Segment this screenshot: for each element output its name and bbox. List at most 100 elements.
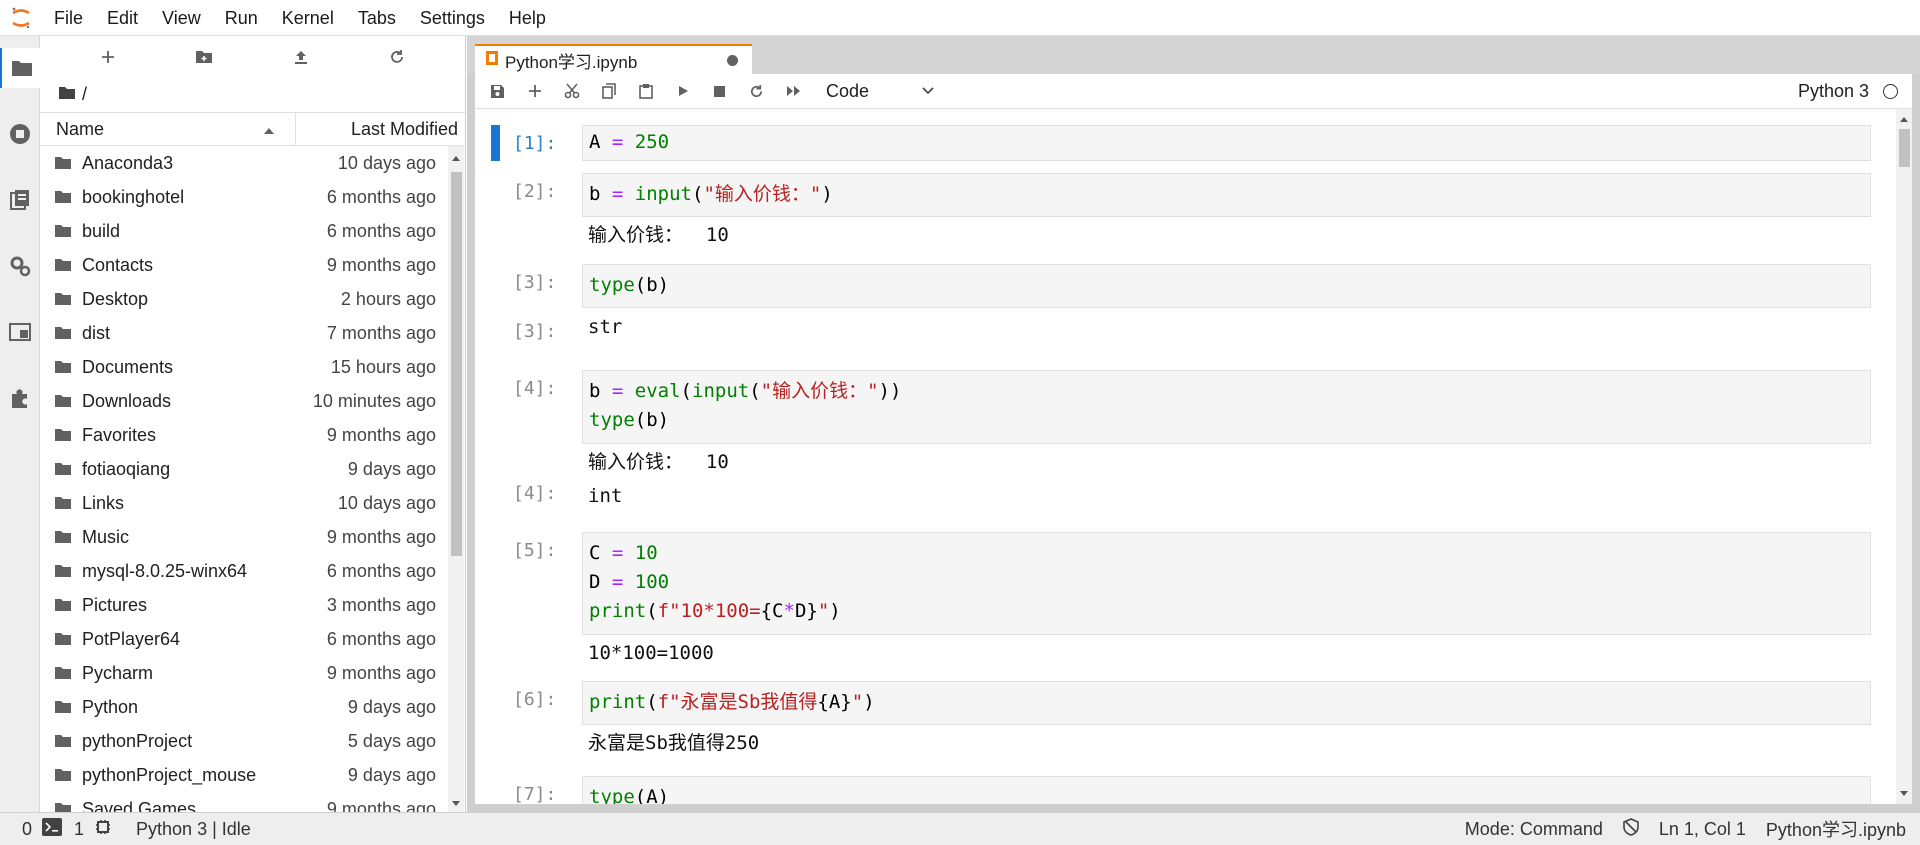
cell-7-prompt: [7]: xyxy=(513,784,557,804)
file-name: mysql-8.0.25-winx64 xyxy=(82,560,248,581)
property-inspector-icon[interactable] xyxy=(0,246,40,286)
file-list-item[interactable]: bookinghotel 6 months ago xyxy=(40,180,444,214)
file-list-item[interactable]: build 6 months ago xyxy=(40,214,444,248)
file-name: Contacts xyxy=(82,254,154,275)
name-column-header[interactable]: Name xyxy=(40,113,296,145)
menu-tabs[interactable]: Tabs xyxy=(346,0,408,36)
refresh-icon[interactable] xyxy=(377,42,417,72)
file-name: Saved Games xyxy=(82,798,197,813)
menu-kernel[interactable]: Kernel xyxy=(270,0,346,36)
cut-icon[interactable] xyxy=(553,75,590,107)
cell-3-prompt: [3]: xyxy=(513,272,557,293)
file-list-scrollbar[interactable] xyxy=(448,146,464,812)
file-list-item[interactable]: mysql-8.0.25-winx64 6 months ago xyxy=(40,554,444,588)
upload-icon[interactable] xyxy=(281,42,321,72)
file-list-item[interactable]: Favorites 9 months ago xyxy=(40,418,444,452)
cell-4-code[interactable]: b = eval(input("输入价钱：")) type(b) xyxy=(582,370,1871,444)
cursor-position[interactable]: Ln 1, Col 1 xyxy=(1649,819,1756,840)
file-list-scroll-thumb[interactable] xyxy=(451,172,462,556)
scroll-down-icon[interactable] xyxy=(1899,790,1909,798)
new-launcher-icon[interactable] xyxy=(88,42,128,72)
folder-icon xyxy=(54,292,72,306)
file-list-item[interactable]: Desktop 2 hours ago xyxy=(40,282,444,316)
cell-3-code[interactable]: type(b) xyxy=(582,264,1871,308)
menu-help[interactable]: Help xyxy=(497,0,558,36)
notebook-scroll-thumb[interactable] xyxy=(1899,129,1910,167)
file-list-item[interactable]: Saved Games 9 months ago xyxy=(40,792,444,812)
file-name: pythonProject_mouse xyxy=(82,764,257,785)
file-list-item[interactable]: Contacts 9 months ago xyxy=(40,248,444,282)
home-folder-icon[interactable] xyxy=(58,84,76,105)
file-modified: 10 minutes ago xyxy=(312,390,436,411)
file-modified: 15 hours ago xyxy=(330,356,436,377)
scroll-down-icon[interactable] xyxy=(451,800,461,808)
cell-type-select[interactable]: Code xyxy=(820,77,940,105)
kernel-gear-icon xyxy=(94,818,112,841)
cell-6-code[interactable]: print(f"永富是Sb我值得{A}") xyxy=(582,681,1871,725)
menu-run[interactable]: Run xyxy=(213,0,270,36)
file-modified: 6 months ago xyxy=(326,628,436,649)
notebook-tab[interactable]: Python学习.ipynb xyxy=(475,44,752,75)
file-list-item[interactable]: fotiaoqiang 9 days ago xyxy=(40,452,444,486)
file-modified: 9 days ago xyxy=(347,764,436,785)
cell-type-value: Code xyxy=(826,80,870,101)
kernel-name[interactable]: Python 3 xyxy=(1798,81,1869,102)
cell-2-code[interactable]: b = input("输入价钱：") xyxy=(582,173,1871,217)
file-list-item[interactable]: Music 9 months ago xyxy=(40,520,444,554)
file-list-item[interactable]: pythonProject_mouse 9 days ago xyxy=(40,758,444,792)
folder-icon xyxy=(54,666,72,680)
breadcrumb-root[interactable]: / xyxy=(82,84,87,105)
file-list-item[interactable]: Documents 15 hours ago xyxy=(40,350,444,384)
interrupt-icon[interactable] xyxy=(701,75,738,107)
unsaved-dot-icon[interactable] xyxy=(727,55,738,66)
file-list-item[interactable]: Python 9 days ago xyxy=(40,690,444,724)
cell-7-code[interactable]: type(A) xyxy=(582,776,1871,804)
trusted-shield-icon[interactable] xyxy=(1613,817,1649,841)
jupyter-logo-icon xyxy=(0,0,42,36)
restart-run-all-icon[interactable] xyxy=(775,75,812,107)
file-list-item[interactable]: pythonProject 5 days ago xyxy=(40,724,444,758)
file-list: Anaconda3 10 days ago bookinghotel 6 months… xyxy=(40,146,444,812)
terminals-count[interactable]: 0 xyxy=(0,819,42,840)
new-folder-icon[interactable] xyxy=(184,42,224,72)
file-modified: 10 days ago xyxy=(337,152,436,173)
kernels-count[interactable]: 1 xyxy=(62,819,94,840)
file-list-item[interactable]: Pycharm 9 months ago xyxy=(40,656,444,690)
restart-icon[interactable] xyxy=(738,75,775,107)
file-list-item[interactable]: PotPlayer64 6 months ago xyxy=(40,622,444,656)
paste-icon[interactable] xyxy=(627,75,664,107)
file-name: Favorites xyxy=(82,424,157,445)
scroll-up-icon[interactable] xyxy=(451,154,461,162)
folder-icon xyxy=(54,564,72,578)
file-name: pythonProject xyxy=(82,730,193,751)
tabs-list-icon[interactable] xyxy=(0,312,40,352)
commands-palette-icon[interactable] xyxy=(0,180,40,220)
menu-file[interactable]: File xyxy=(42,0,95,36)
file-list-item[interactable]: Anaconda3 10 days ago xyxy=(40,146,444,180)
notebook-scrollbar[interactable] xyxy=(1896,109,1912,804)
file-list-item[interactable]: Downloads 10 minutes ago xyxy=(40,384,444,418)
file-name: Documents xyxy=(82,356,174,377)
file-browser-tab-icon[interactable] xyxy=(0,48,41,88)
cell-1-code[interactable]: A = 250 xyxy=(582,125,1871,161)
extensions-icon[interactable] xyxy=(0,378,40,418)
folder-icon xyxy=(54,462,72,476)
insert-cell-icon[interactable] xyxy=(516,75,553,107)
save-icon[interactable] xyxy=(479,75,516,107)
running-sessions-icon[interactable] xyxy=(0,114,40,154)
file-modified: 9 months ago xyxy=(326,662,436,683)
menu-settings[interactable]: Settings xyxy=(408,0,497,36)
file-list-item[interactable]: Links 10 days ago xyxy=(40,486,444,520)
cell-5-code[interactable]: C = 10 D = 100 print(f"10*100={C*D}") xyxy=(582,532,1871,635)
file-modified: 9 days ago xyxy=(347,458,436,479)
kernel-status[interactable]: Python 3 | Idle xyxy=(112,819,261,840)
menu-edit[interactable]: Edit xyxy=(95,0,150,36)
cell-6-prompt: [6]: xyxy=(513,689,557,710)
run-icon[interactable] xyxy=(664,75,701,107)
file-list-item[interactable]: dist 7 months ago xyxy=(40,316,444,350)
menu-view[interactable]: View xyxy=(150,0,213,36)
file-list-item[interactable]: Pictures 3 months ago xyxy=(40,588,444,622)
modified-column-header[interactable]: Last Modified xyxy=(296,113,466,145)
scroll-up-icon[interactable] xyxy=(1899,115,1909,123)
copy-icon[interactable] xyxy=(590,75,627,107)
